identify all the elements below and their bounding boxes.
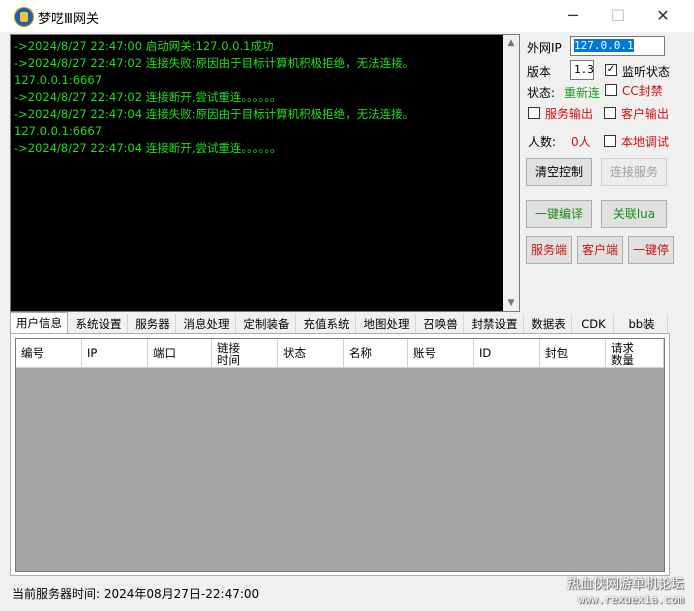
title-bar: 梦呓Ⅲ网关 ─ ☐ ✕ — [0, 0, 694, 32]
ip-input[interactable]: 127.0.0.1 — [570, 36, 665, 56]
local-debug-checkbox[interactable] — [604, 135, 616, 147]
tab-data-table[interactable]: 数据表 — [526, 314, 572, 334]
server-output-checkbox[interactable] — [528, 107, 540, 119]
watermark: 热血侠网游单机论坛 www.rexuexia.com — [567, 577, 684, 607]
server-button[interactable]: 服务端 — [526, 236, 572, 264]
watermark-title: 热血侠网游单机论坛 — [566, 577, 684, 592]
log-lines: ->2024/8/27 22:47:00 启动网关:127.0.0.1成功 ->… — [11, 35, 519, 157]
log-line: ->2024/8/27 22:47:04 连接失败:原因由于目标计算机积极拒绝，… — [14, 107, 415, 121]
local-debug-label: 本地调试 — [621, 135, 670, 149]
col-link-time-label: 链接时间 — [217, 341, 240, 367]
client-output-checkbox[interactable] — [604, 107, 616, 119]
monitor-checkbox[interactable]: ✓ — [605, 64, 617, 76]
col-id[interactable]: ID — [474, 339, 540, 368]
tab-recharge-system[interactable]: 充值系统 — [298, 314, 356, 334]
version-label: 版本 — [527, 65, 552, 79]
tab-bar: 用户信息 系统设置 服务器 消息处理 定制装备 充值系统 地图处理 召唤兽 封禁… — [10, 312, 670, 334]
close-button[interactable]: ✕ — [643, 4, 683, 28]
app-icon — [14, 7, 34, 27]
user-grid[interactable]: 编号 IP 端口 链接时间 状态 名称 账号 ID 封包 请求数量 — [15, 338, 665, 572]
client-output-label: 客户输出 — [621, 107, 670, 121]
tab-custom-equipment[interactable]: 定制装备 — [238, 314, 296, 334]
col-port[interactable]: 端口 — [148, 339, 212, 368]
log-line: ->2024/8/27 22:47:02 连接失败:原因由于目标计算机积极拒绝，… — [14, 56, 415, 70]
tab-user-info[interactable]: 用户信息 — [10, 312, 68, 334]
client-button[interactable]: 客户端 — [577, 236, 623, 264]
tab-message-handling[interactable]: 消息处理 — [178, 314, 236, 334]
log-line: 127.0.0.1:6667 — [14, 124, 103, 138]
col-request-count-label: 请求数量 — [611, 341, 634, 367]
tab-system-settings[interactable]: 系统设置 — [70, 314, 128, 334]
col-status[interactable]: 状态 — [278, 339, 344, 368]
clear-console-button[interactable]: 清空控制 — [526, 158, 592, 186]
server-output-label: 服务输出 — [545, 107, 594, 121]
log-line: ->2024/8/27 22:47:04 连接断开,尝试重连。。。。。。 — [14, 141, 282, 155]
scroll-up-icon[interactable]: ▲ — [503, 35, 519, 51]
user-info-panel: 编号 IP 端口 链接时间 状态 名称 账号 ID 封包 请求数量 — [10, 333, 670, 576]
status-value: 重新连 — [564, 86, 601, 100]
tab-summon[interactable]: 召唤兽 — [418, 314, 464, 334]
tab-cdk[interactable]: CDK — [574, 314, 614, 334]
tab-server[interactable]: 服务器 — [130, 314, 176, 334]
status-label: 状态: — [527, 86, 556, 100]
watermark-url: www.rexuexia.com — [578, 593, 684, 606]
cc-checkbox[interactable] — [605, 84, 617, 96]
window-title: 梦呓Ⅲ网关 — [38, 12, 99, 27]
link-lua-button[interactable]: 关联lua — [601, 200, 667, 228]
count-value: 0人 — [571, 135, 591, 149]
col-packet[interactable]: 封包 — [540, 339, 606, 368]
col-number[interactable]: 编号 — [16, 339, 82, 368]
minimize-button[interactable]: ─ — [553, 4, 593, 28]
col-request-count[interactable]: 请求数量 — [606, 339, 664, 368]
status-bar-time: 当前服务器时间: 2024年08月27日-22:47:00 — [12, 587, 260, 601]
grid-header: 编号 IP 端口 链接时间 状态 名称 账号 ID 封包 请求数量 — [16, 339, 664, 368]
col-link-time[interactable]: 链接时间 — [212, 339, 278, 368]
col-account[interactable]: 账号 — [408, 339, 474, 368]
connect-service-button[interactable]: 连接服务 — [601, 158, 667, 186]
console-scrollbar[interactable]: ▲ ▼ — [503, 35, 519, 311]
monitor-label: 监听状态 — [622, 65, 671, 79]
count-label: 人数: — [528, 135, 557, 149]
compile-button[interactable]: 一键编译 — [526, 200, 592, 228]
log-line: ->2024/8/27 22:47:02 连接断开,尝试重连。。。。。。 — [14, 90, 282, 104]
col-name[interactable]: 名称 — [344, 339, 408, 368]
check-icon: ✓ — [606, 64, 616, 75]
cc-label: CC封禁 — [622, 84, 663, 98]
stop-all-button[interactable]: 一键停 — [628, 236, 674, 264]
log-console[interactable]: ->2024/8/27 22:47:00 启动网关:127.0.0.1成功 ->… — [10, 34, 520, 312]
version-field[interactable]: 1.3 — [570, 60, 594, 80]
ip-label: 外网IP — [527, 41, 562, 55]
scroll-down-icon[interactable]: ▼ — [503, 295, 519, 311]
maximize-button[interactable]: ☐ — [598, 4, 638, 28]
tab-ban-settings[interactable]: 封禁设置 — [466, 314, 524, 334]
log-line: 127.0.0.1:6667 — [14, 73, 103, 87]
col-ip[interactable]: IP — [82, 339, 148, 368]
ip-value: 127.0.0.1 — [574, 39, 634, 52]
log-line: ->2024/8/27 22:47:00 启动网关:127.0.0.1成功 — [14, 39, 274, 53]
tab-map-handling[interactable]: 地图处理 — [358, 314, 416, 334]
tab-bb-equip[interactable]: bb装 — [616, 314, 668, 334]
